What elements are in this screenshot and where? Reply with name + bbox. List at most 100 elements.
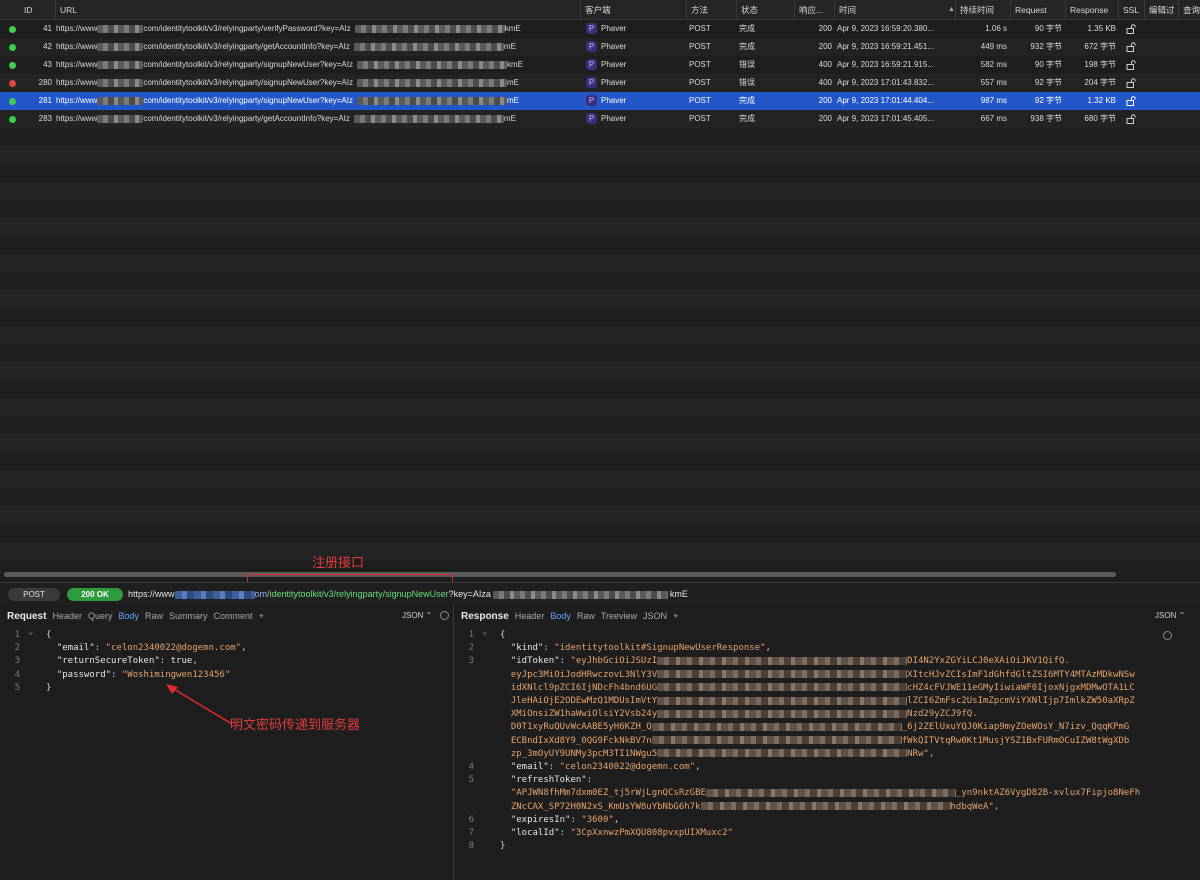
table-row[interactable] <box>0 218 1200 236</box>
response-format-select[interactable]: JSON ⌃ <box>1155 606 1200 641</box>
add-tab-icon[interactable]: + <box>259 611 264 621</box>
table-row[interactable] <box>0 236 1200 254</box>
table-row[interactable]: 283 https://www com/identitytoolkit/v3/rel… <box>0 110 1200 128</box>
json-value: D0T1xyRuQUvWcAABE5yH6KZH_Q <box>510 722 652 733</box>
comma: , <box>695 762 701 772</box>
table-row[interactable] <box>0 308 1200 326</box>
table-row[interactable] <box>0 434 1200 452</box>
row-method: POST <box>689 24 711 33</box>
table-row[interactable] <box>0 254 1200 272</box>
table-row[interactable] <box>0 452 1200 470</box>
json-key: "email" <box>56 643 95 654</box>
tab-summary[interactable]: Summary <box>169 611 208 621</box>
tab-body[interactable]: Body <box>550 611 571 621</box>
phaver-app-icon: P <box>586 41 597 53</box>
table-row[interactable] <box>0 326 1200 344</box>
sort-ascending-icon[interactable]: ▲ <box>944 0 955 20</box>
table-row[interactable] <box>0 542 1200 560</box>
table-row[interactable] <box>0 380 1200 398</box>
tab-json[interactable]: JSON <box>643 611 667 621</box>
table-row[interactable] <box>0 416 1200 434</box>
json-value: true <box>170 656 193 667</box>
tab-header[interactable]: Header <box>52 611 82 621</box>
tab-body[interactable]: Body <box>119 611 140 621</box>
row-response: 672 字节 <box>1084 42 1116 51</box>
tab-query[interactable]: Query <box>88 611 113 621</box>
url-start: https://www <box>56 24 98 33</box>
row-time: Apr 9, 2023 17:01:45.405... <box>837 114 934 123</box>
table-row[interactable] <box>0 290 1200 308</box>
table-row[interactable] <box>0 200 1200 218</box>
redacted-key <box>357 78 507 87</box>
pane-divider[interactable] <box>453 604 454 880</box>
url-query: ?key=AIza <box>448 589 491 599</box>
col-url-header[interactable]: URL <box>55 0 77 20</box>
add-tab-icon[interactable]: + <box>673 611 678 621</box>
table-row[interactable] <box>0 146 1200 164</box>
table-row[interactable] <box>0 524 1200 542</box>
tab-header[interactable]: Header <box>515 611 545 621</box>
row-id: 42 <box>43 42 52 51</box>
request-format-select[interactable]: JSON ⌃ <box>402 606 450 626</box>
redacted-key <box>357 60 507 69</box>
tab-comment[interactable]: Comment <box>214 611 253 621</box>
url-bar: POST 200 OK https://www om/identitytoolki… <box>0 582 1200 604</box>
register-annotation: 注册接口 <box>312 555 365 570</box>
options-icon[interactable] <box>440 611 450 621</box>
url-path: com/identitytoolkit/v3/relyingparty/getA… <box>143 114 350 123</box>
request-body-editor[interactable]: 1 ⌄ {2 "email": "celon2340022@dogemn.com",… <box>6 626 450 869</box>
table-row[interactable] <box>0 506 1200 524</box>
tab-treeview[interactable]: Treeview <box>601 611 637 621</box>
json-value: zp_3mOyUY9UNMy3pcM3TI1NWgu5 <box>510 748 658 759</box>
tab-raw[interactable]: Raw <box>145 611 163 621</box>
code-text: XMiOnsiZW1haWwiOlsiY2Vsb24y Nzd29yZCJ9fQ. <box>500 708 978 721</box>
table-row[interactable] <box>0 128 1200 146</box>
horizontal-scrollbar[interactable] <box>4 572 1116 577</box>
response-body-editor[interactable]: 1 ⌄ {2 "kind": "identitytoolkit#SignupNewU… <box>460 626 1198 869</box>
table-row[interactable] <box>0 272 1200 290</box>
table-row[interactable] <box>0 398 1200 416</box>
col-code-header[interactable]: 响应... <box>794 0 823 20</box>
table-row[interactable]: 281 https://www com/identitytoolkit/v3/rel… <box>0 92 1200 110</box>
table-row[interactable] <box>0 344 1200 362</box>
col-ssl-header[interactable]: SSL <box>1118 0 1139 20</box>
redacted-host <box>97 96 144 105</box>
table-row[interactable]: 280 https://www com/identitytoolkit/v3/rel… <box>0 74 1200 92</box>
col-query-header[interactable]: 查询 <box>1178 0 1200 20</box>
redacted-token <box>651 736 902 745</box>
fold-chevron-icon[interactable]: ⌄ <box>482 626 487 639</box>
table-row[interactable] <box>0 470 1200 488</box>
row-status: 完成 <box>739 96 755 105</box>
table-row[interactable]: 42 https://www com/identitytoolkit/v3/rely… <box>0 38 1200 56</box>
json-key: "email" <box>510 762 549 772</box>
row-status: 完成 <box>739 114 755 123</box>
redacted-token <box>657 709 908 718</box>
col-client-header[interactable]: 客户端 <box>580 0 611 20</box>
request-url[interactable]: https://www om/identitytoolkit/v3/relying… <box>128 583 688 605</box>
col-duration-header[interactable]: 持续时间 <box>955 0 994 20</box>
url-tail: mE <box>503 114 516 123</box>
col-method-header[interactable]: 方法 <box>686 0 708 20</box>
redacted-key <box>357 96 507 105</box>
col-edited-header[interactable]: 编辑过 <box>1144 0 1175 20</box>
row-code: 200 <box>818 96 832 105</box>
unlocked-icon <box>1126 96 1136 106</box>
col-id-header[interactable]: ID <box>0 0 33 20</box>
col-response-header[interactable]: Response <box>1065 0 1108 20</box>
table-row[interactable] <box>0 362 1200 380</box>
table-row[interactable] <box>0 164 1200 182</box>
redacted-key <box>354 24 505 33</box>
row-response: 204 字节 <box>1084 78 1116 87</box>
table-row[interactable]: 41 https://www com/identitytoolkit/v3/rely… <box>0 20 1200 38</box>
json-value-end: hdbqWeA", <box>950 801 1000 812</box>
tab-raw[interactable]: Raw <box>577 611 595 621</box>
col-request-header[interactable]: Request <box>1010 0 1047 20</box>
table-row[interactable] <box>0 488 1200 506</box>
comma: , <box>765 643 771 654</box>
row-status: 完成 <box>739 24 755 33</box>
col-time-header[interactable]: 时间 <box>834 0 856 20</box>
col-status-header[interactable]: 状态 <box>736 0 758 20</box>
fold-chevron-icon[interactable]: ⌄ <box>28 626 33 639</box>
table-row[interactable] <box>0 182 1200 200</box>
table-row[interactable]: 43 https://www com/identitytoolkit/v3/rely… <box>0 56 1200 74</box>
